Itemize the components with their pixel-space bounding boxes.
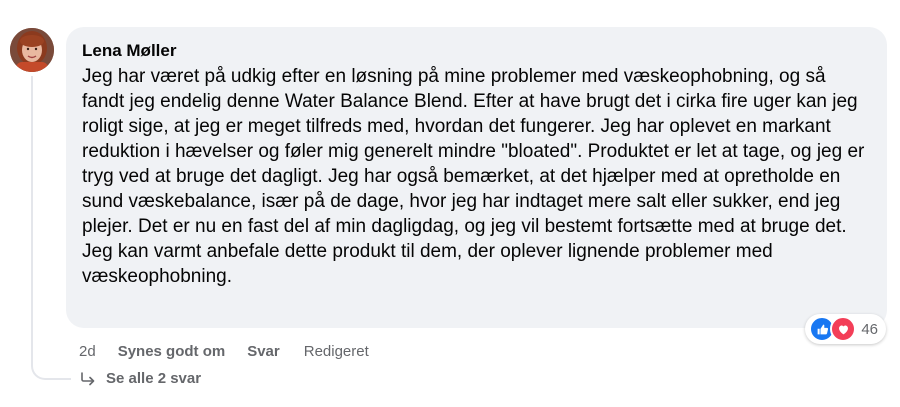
reaction-count: 46 xyxy=(861,320,878,338)
edited-label: Redigeret xyxy=(303,343,369,360)
comment-text: Jeg har været på udkig efter en løsning … xyxy=(82,66,865,287)
avatar-image xyxy=(10,28,54,72)
comment-bubble: Lena Møller Jeg har været på udkig efter… xyxy=(66,27,887,328)
see-all-replies-label: Se alle 2 svar xyxy=(106,370,202,387)
reply-button[interactable]: Svar xyxy=(247,343,280,360)
comment-actions: 2d Synes godt om Svar Redigeret xyxy=(79,343,369,360)
comment-author[interactable]: Lena Møller xyxy=(82,40,871,62)
thread-connector xyxy=(31,346,71,380)
reply-arrow-icon xyxy=(80,371,96,386)
see-all-replies-link[interactable]: Se alle 2 svar xyxy=(80,370,201,387)
avatar[interactable] xyxy=(10,28,54,72)
comment-timestamp[interactable]: 2d xyxy=(79,343,96,360)
thread-line xyxy=(31,76,33,356)
love-icon xyxy=(830,316,857,342)
like-button[interactable]: Synes godt om xyxy=(118,343,226,360)
reactions-summary[interactable]: 46 xyxy=(805,314,886,344)
